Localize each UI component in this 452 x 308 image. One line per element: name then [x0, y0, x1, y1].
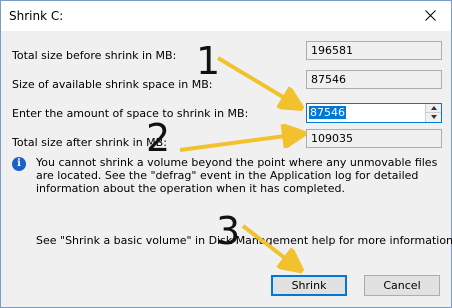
info-icon: i [12, 157, 26, 171]
shrink-amount-value[interactable]: 87546 [309, 106, 346, 119]
help-text: See "Shrink a basic volume" in Disk Mana… [36, 234, 452, 247]
chevron-down-icon [431, 115, 437, 119]
total-size-field: 196581 [306, 41, 442, 60]
available-space-field: 87546 [306, 70, 442, 89]
spin-down-button[interactable] [425, 113, 441, 122]
spin-up-button[interactable] [425, 104, 441, 113]
info-message: You cannot shrink a volume beyond the po… [36, 156, 438, 195]
size-after-field: 109035 [306, 129, 442, 148]
shrink-amount-input[interactable]: 87546 [306, 103, 442, 123]
chevron-up-icon [431, 106, 437, 110]
shrink-amount-label: Enter the amount of space to shrink in M… [12, 107, 249, 120]
close-button[interactable] [411, 1, 451, 31]
window-title: Shrink C: [9, 9, 64, 23]
title-bar: Shrink C: [1, 1, 451, 31]
close-icon [425, 10, 436, 21]
size-after-label: Total size after shrink in MB: [12, 136, 167, 149]
available-space-label: Size of available shrink space in MB: [12, 78, 213, 91]
shrink-amount-spinner [425, 104, 441, 122]
shrink-button[interactable]: Shrink [271, 275, 347, 296]
annotation-step-1: 1 [196, 39, 221, 83]
shrink-dialog: Shrink C: Total size before shrink in MB… [0, 0, 452, 308]
annotation-step-3: 3 [216, 209, 241, 253]
total-size-label: Total size before shrink in MB: [12, 49, 177, 62]
annotation-step-2: 2 [146, 116, 171, 160]
cancel-button[interactable]: Cancel [364, 275, 440, 296]
dialog-body: Total size before shrink in MB: 196581 S… [1, 31, 452, 307]
